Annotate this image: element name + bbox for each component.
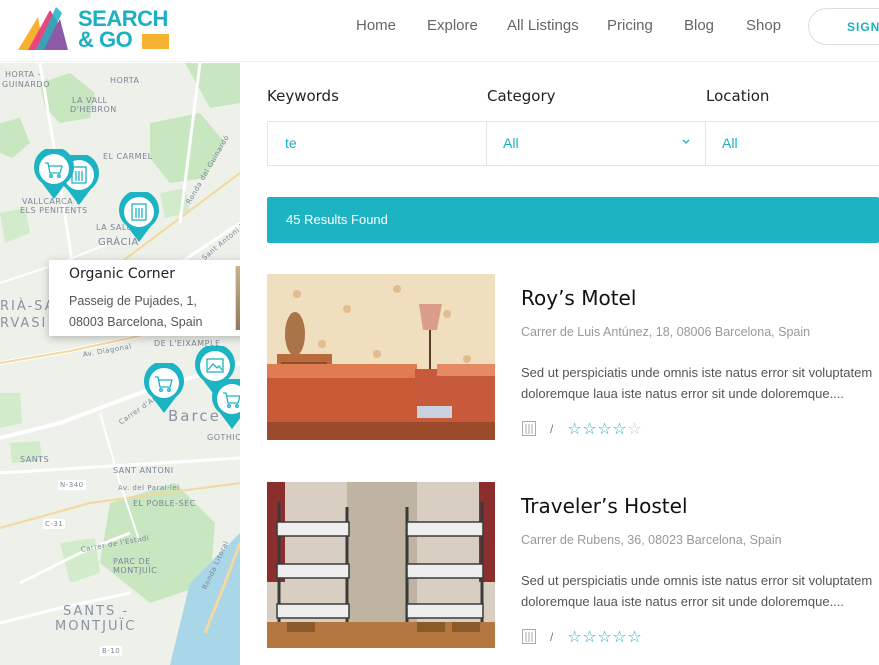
listing-address: Carrer de Luis Antúnez, 18, 08006 Barcel…	[521, 325, 811, 339]
listing-photo-hostel-room	[267, 482, 495, 648]
listing-photo[interactable]	[267, 482, 495, 648]
popup-title[interactable]: Organic Corner	[69, 266, 175, 282]
listing-photo-motel-room	[267, 274, 495, 440]
map-label: MONTJUÏC	[55, 619, 137, 634]
map-label: C-31	[43, 519, 66, 529]
listing-photo[interactable]	[267, 274, 495, 440]
map-label: EL POBLE-SEC	[133, 499, 196, 508]
map-label: N-340	[58, 480, 86, 490]
results-count-text: 45 Results Found	[286, 212, 388, 227]
listing-description: Sed ut perspiciatis unde omnis iste natu…	[521, 570, 879, 612]
map-label: RVASI	[0, 316, 48, 331]
map-label: MONTJUÏC	[113, 566, 158, 575]
listing-card[interactable]: Roy’s Motel Carrer de Luis Antúnez, 18, …	[267, 274, 879, 442]
nav-pricing[interactable]: Pricing	[607, 17, 653, 34]
popup-thumbnail	[235, 266, 240, 330]
map-label: ELS PENITENTS	[20, 206, 88, 215]
listing-description-line: doloremque laua iste natus error sit und…	[521, 386, 845, 401]
listing-title[interactable]: Roy’s Motel	[521, 286, 636, 310]
map-label: RIÀ-SA	[0, 299, 56, 314]
category-label: Category	[487, 87, 556, 105]
listing-title[interactable]: Traveler’s Hostel	[521, 494, 688, 518]
star-icon: ☆	[582, 627, 597, 646]
star-icon: ☆	[582, 419, 597, 438]
listing-description-line: doloremque laua iste natus error sit und…	[521, 594, 845, 609]
logo-mark-icon	[18, 7, 68, 50]
star-icon: ☆	[597, 627, 612, 646]
map-label: SANTS	[20, 455, 50, 464]
star-icon: ☆	[627, 627, 642, 646]
map-label: HORTA	[110, 76, 140, 85]
listing-card[interactable]: Traveler’s Hostel Carrer de Rubens, 36, …	[267, 482, 879, 650]
building-icon[interactable]	[521, 420, 537, 437]
location-label: Location	[706, 87, 770, 105]
map-label: B-10	[100, 646, 123, 656]
site-logo[interactable]: SEARCH & GO	[16, 5, 176, 53]
map-popup[interactable]: Organic Corner Passeig de Pujades, 1, 08…	[49, 260, 240, 336]
map-label: SANT ANTONI	[113, 466, 174, 475]
map-label: Av. del Paral·lel	[118, 484, 180, 492]
nav-blog[interactable]: Blog	[684, 17, 714, 34]
keywords-label: Keywords	[267, 87, 339, 105]
map-pin-shop[interactable]	[210, 379, 240, 431]
star-rating: ☆☆☆☆☆	[567, 419, 642, 438]
listing-description-line: Sed ut perspiciatis unde omnis iste natu…	[521, 573, 873, 588]
nav-shop[interactable]: Shop	[746, 17, 781, 34]
map-label: GUINARDÓ	[2, 80, 50, 89]
map-label: HORTA -	[5, 70, 41, 79]
map-label: SANTS -	[63, 604, 130, 619]
star-icon: ☆	[612, 419, 627, 438]
map-label: GOTHIC	[207, 433, 240, 442]
nav-explore[interactable]: Explore	[427, 17, 478, 34]
map-pin-shop[interactable]	[32, 149, 76, 201]
map-label: D'HEBRON	[70, 105, 117, 114]
location-select[interactable]: All	[705, 121, 879, 166]
building-icon[interactable]	[521, 628, 537, 645]
results-count-bar: 45 Results Found	[267, 197, 879, 243]
logo-accent-bar	[142, 34, 169, 49]
star-rating: ☆☆☆☆☆	[567, 627, 642, 646]
star-icon: ☆	[597, 419, 612, 438]
sign-in-button[interactable]: SIGN	[808, 8, 879, 45]
listing-description: Sed ut perspiciatis unde omnis iste natu…	[521, 362, 879, 404]
map-label: EL CARMEL	[103, 152, 153, 161]
popup-address: Passeig de Pujades, 1, 08003 Barcelona, …	[69, 294, 203, 329]
star-icon: ☆	[567, 419, 582, 438]
map-pin-shop[interactable]	[142, 363, 186, 415]
map-view[interactable]: HORTA - GUINARDÓ HORTA LA VALL D'HEBRON …	[0, 63, 240, 665]
star-icon: ☆	[627, 419, 642, 438]
nav-home[interactable]: Home	[356, 17, 396, 34]
meta-separator: /	[550, 422, 554, 436]
logo-line1: SEARCH	[78, 6, 168, 31]
star-icon: ☆	[612, 627, 627, 646]
site-header: SEARCH & GO Home Explore All Listings Pr…	[0, 0, 879, 62]
nav-all-listings[interactable]: All Listings	[507, 17, 579, 34]
listing-address: Carrer de Rubens, 36, 08023 Barcelona, S…	[521, 533, 782, 547]
map-pin-building[interactable]	[117, 192, 161, 244]
category-select-value: All	[503, 135, 519, 151]
star-icon: ☆	[567, 627, 582, 646]
listing-description-line: Sed ut perspiciatis unde omnis iste natu…	[521, 365, 873, 380]
meta-separator: /	[550, 630, 554, 644]
keywords-input[interactable]: te	[267, 121, 487, 166]
category-select[interactable]: All	[486, 121, 706, 166]
chevron-down-icon	[682, 139, 690, 144]
